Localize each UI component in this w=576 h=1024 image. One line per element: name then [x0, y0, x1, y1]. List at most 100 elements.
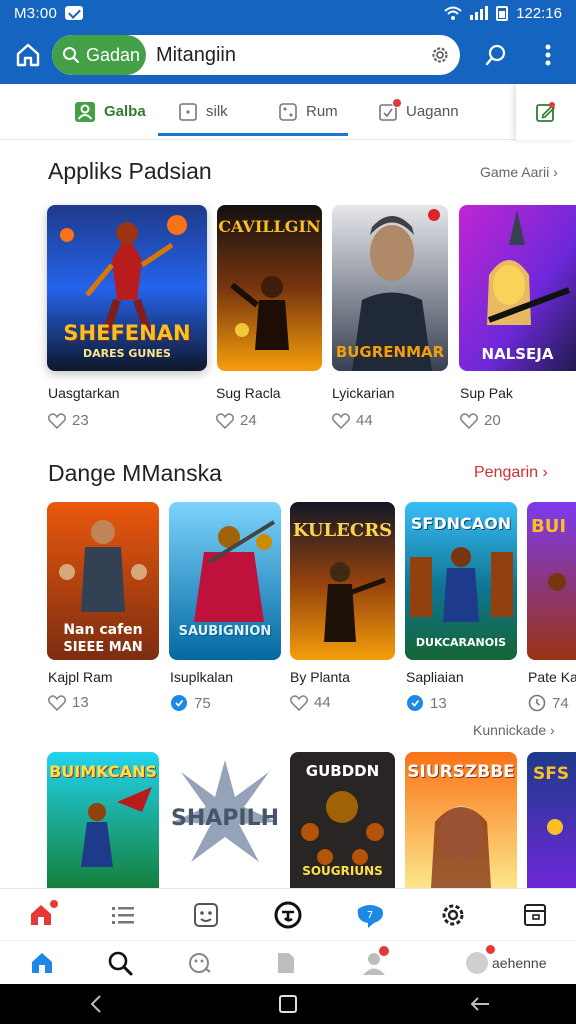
nav-search[interactable]: [90, 943, 150, 983]
search-category-chip[interactable]: Gadan: [52, 35, 146, 75]
section-see-all-link[interactable]: Game Aarii ›: [480, 164, 558, 180]
game-face-icon: [193, 902, 218, 927]
card-likes[interactable]: 24: [216, 412, 257, 429]
game-card[interactable]: KULECRS: [290, 502, 395, 660]
notification-badge: [392, 97, 402, 108]
toolbar-games-button[interactable]: [176, 895, 236, 935]
game-card[interactable]: SHAPILH: [169, 752, 281, 888]
game-card[interactable]: SFS: [527, 752, 576, 888]
like-count: 44: [314, 694, 331, 711]
game-card[interactable]: CAVILLGIN: [217, 205, 322, 371]
toolbar-sync-button[interactable]: [258, 895, 318, 935]
notification-dot: [49, 898, 60, 909]
card-likes[interactable]: 44: [332, 412, 373, 429]
arrow-left-icon: [470, 997, 489, 1011]
card-title: Lyickarian: [332, 385, 395, 401]
square-icon: [279, 995, 297, 1013]
tab-rum[interactable]: Rum: [278, 84, 338, 140]
card-title: Kajpl Ram: [48, 669, 113, 685]
nav-games[interactable]: [170, 943, 230, 983]
notification-icon: [65, 6, 84, 20]
game-card[interactable]: SAUBIGNION: [169, 502, 281, 660]
status-clock: 122:16: [516, 4, 562, 22]
toolbar-settings-button[interactable]: [423, 895, 483, 935]
game-card[interactable]: NALSEJA: [459, 205, 576, 371]
tab-label: silk: [206, 103, 228, 120]
toolbar-wallet-button[interactable]: [505, 895, 565, 935]
gear-icon: [442, 904, 464, 925]
search-icon: [485, 44, 506, 66]
heart-icon: [460, 412, 478, 429]
toolbar-messages-button[interactable]: 7: [340, 895, 400, 935]
nav-friends[interactable]: [344, 943, 404, 983]
heart-icon: [216, 412, 234, 429]
edit-tab-button[interactable]: [516, 84, 576, 140]
card-likes[interactable]: 74: [528, 694, 569, 712]
signal-icon: [470, 6, 489, 20]
game-card[interactable]: SIURSZBBE: [405, 752, 517, 888]
search-input[interactable]: [145, 43, 421, 67]
like-count: 13: [430, 694, 447, 712]
cover-art-text: SIURSZBBE: [407, 762, 515, 782]
card-title: Sup Pak: [460, 385, 513, 401]
appbar-search-button[interactable]: [474, 33, 518, 77]
action-toolbar: 7: [0, 888, 576, 940]
avatar: [466, 944, 496, 974]
wallet-icon: [523, 903, 546, 926]
cover-art-text: CAVILLGIN: [218, 217, 321, 236]
nav-home[interactable]: [12, 943, 72, 983]
tab-silk[interactable]: silk: [178, 84, 228, 140]
system-home-button[interactable]: [268, 986, 308, 1022]
status-time: M3:00: [14, 4, 58, 22]
card-likes[interactable]: 13: [48, 694, 89, 711]
cover-art-subtext: SIEEE MAN: [63, 640, 143, 655]
card-likes[interactable]: 23: [48, 412, 89, 429]
section-more-link[interactable]: Kunnickade ›: [473, 722, 555, 738]
cover-art-text: SHEFENAN: [63, 321, 191, 345]
notification-dot: [378, 944, 390, 957]
more-menu-button[interactable]: [528, 33, 568, 77]
game-card[interactable]: Nan cafen SIEEE MAN: [47, 502, 159, 660]
card-likes[interactable]: 13: [406, 694, 447, 712]
toolbar-list-button[interactable]: [93, 895, 153, 935]
cover-art-text: BUIMKCANS: [49, 762, 157, 781]
like-count: 75: [194, 694, 211, 712]
tab-icon-wrap: [378, 97, 402, 122]
app-bar: Gadan: [0, 26, 576, 84]
nav-library[interactable]: [256, 943, 316, 983]
game-card[interactable]: SFDNCAON DUKCARANOIS: [405, 502, 517, 660]
wifi-icon: [444, 6, 462, 20]
system-recents-button[interactable]: [460, 986, 500, 1022]
list-icon: [112, 906, 135, 924]
game-card[interactable]: BUGRENMAR: [332, 205, 448, 371]
edit-icon: [536, 102, 556, 122]
cover-art-subtext: DARES GUNES: [83, 347, 171, 360]
tab-galba[interactable]: Galba: [74, 84, 146, 140]
card-likes[interactable]: 44: [290, 694, 331, 711]
cover-art-text: SHAPILH: [170, 806, 280, 831]
card-likes[interactable]: 75: [170, 694, 211, 712]
status-right: 122:16: [444, 5, 562, 22]
search-settings-button[interactable]: [421, 35, 460, 75]
profile-label: aehenne: [492, 955, 547, 971]
bottom-navigation: aehenne: [0, 940, 576, 984]
cover-art-text: SAUBIGNION: [178, 624, 272, 639]
card-title: Isuplkalan: [170, 669, 234, 685]
game-card[interactable]: BUIMKCANS: [47, 752, 159, 888]
section-see-all-link[interactable]: Pengarin ›: [474, 464, 548, 482]
document-icon: [278, 952, 294, 973]
toolbar-home-button[interactable]: [11, 895, 71, 935]
nav-profile[interactable]: aehenne: [466, 944, 547, 981]
system-back-button[interactable]: [76, 986, 116, 1022]
tab-active-indicator: [158, 133, 348, 136]
game-card[interactable]: SHEFENAN DARES GUNES: [47, 205, 207, 371]
tab-uagann[interactable]: Uagann: [378, 84, 459, 140]
search-icon: [108, 951, 133, 975]
link-label: Game Aarii: [480, 164, 550, 180]
game-card[interactable]: BUI: [527, 502, 576, 660]
card-likes[interactable]: 20: [460, 412, 501, 429]
contact-icon: [75, 101, 95, 122]
game-card[interactable]: GUBDDN SOUGRIUNS: [290, 752, 395, 888]
like-count: 74: [552, 694, 569, 712]
home-button[interactable]: [6, 33, 50, 77]
